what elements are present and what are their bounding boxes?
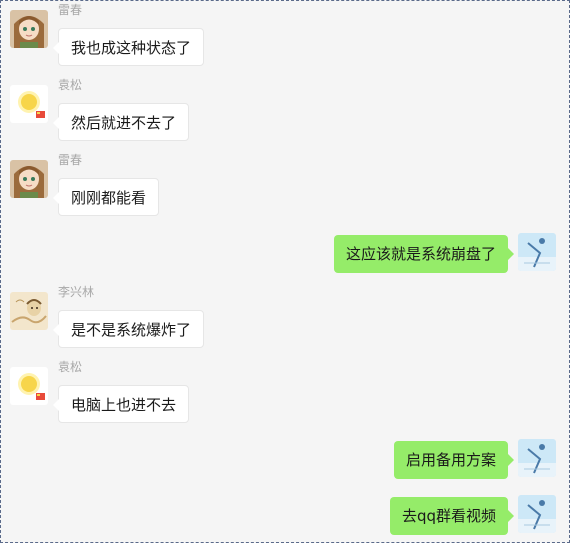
sender-name: 袁松 [58,360,83,374]
sun-flag-avatar-icon[interactable] [10,367,48,405]
sender-name: 雷春 [58,153,83,167]
sketch-avatar-icon[interactable] [10,292,48,330]
sky-figure-avatar-icon[interactable] [518,439,556,477]
sender-name: 雷春 [58,3,83,17]
sky-figure-avatar-icon[interactable] [518,495,556,533]
message-bubble[interactable]: 这应该就是系统崩盘了 [333,235,515,273]
anime-girl-avatar-icon[interactable] [10,160,48,198]
sun-flag-avatar-icon[interactable] [10,85,48,123]
message-bubble[interactable]: 启用备用方案 [393,441,515,479]
message-bubble[interactable]: 刚刚都能看 [52,178,160,216]
message-bubble[interactable]: 是不是系统爆炸了 [52,310,205,348]
message-bubble[interactable]: 去qq群看视频 [389,497,515,535]
chat-window: 雷春 我也成这种状态了 袁松 然后就进不去了 雷春 刚刚都能看 这应该就是系统崩… [0,0,570,543]
anime-girl-avatar-icon[interactable] [10,10,48,48]
sender-name: 李兴林 [58,285,95,299]
message-bubble[interactable]: 电脑上也进不去 [52,385,190,423]
sender-name: 袁松 [58,78,83,92]
message-bubble[interactable]: 我也成这种状态了 [52,28,205,66]
sky-figure-avatar-icon[interactable] [518,233,556,271]
message-bubble[interactable]: 然后就进不去了 [52,103,190,141]
